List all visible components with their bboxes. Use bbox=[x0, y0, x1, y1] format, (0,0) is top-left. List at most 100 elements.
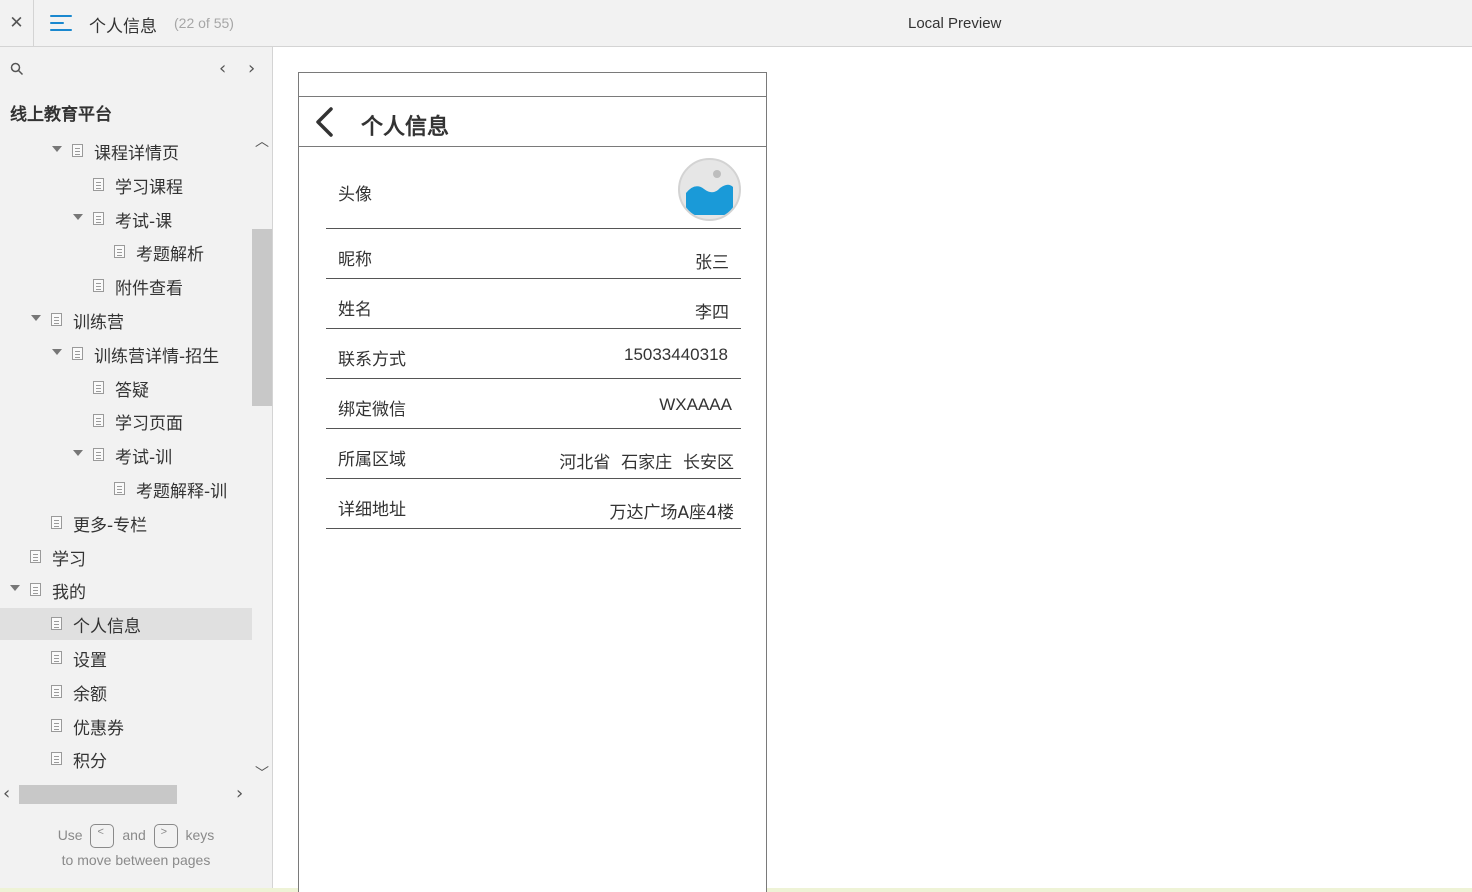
sidebar-page-item[interactable]: 我的 bbox=[0, 574, 252, 606]
hint-use-text: Use bbox=[57, 827, 83, 843]
info-row-label: 所属区域 bbox=[338, 450, 406, 470]
page-icon bbox=[114, 245, 125, 258]
sidebar-page-item[interactable]: 学习课程 bbox=[0, 169, 252, 201]
info-row-value: 李四 bbox=[695, 303, 729, 323]
prev-key-icon: < bbox=[90, 824, 115, 849]
navigation-bar: 个人信息 bbox=[299, 97, 766, 147]
sidebar-page-item[interactable]: 训练营详情-招生 bbox=[0, 338, 252, 370]
page-icon bbox=[93, 178, 104, 191]
page-icon bbox=[51, 719, 62, 732]
vertical-scrollbar-thumb[interactable] bbox=[252, 229, 272, 406]
sidebar-page-label: 学习页面 bbox=[115, 414, 183, 434]
page-icon bbox=[30, 583, 41, 596]
hint-and-text: and bbox=[122, 827, 146, 843]
sidebar-page-label: 附件查看 bbox=[115, 279, 183, 299]
project-title: 线上教育平台 bbox=[10, 105, 112, 125]
next-page-icon[interactable]: › bbox=[248, 58, 255, 79]
info-row-value: 河北省 石家庄 长安区 bbox=[559, 453, 734, 473]
page-icon bbox=[93, 381, 104, 394]
sidebar-page-label: 考试-课 bbox=[115, 212, 173, 232]
info-row-value: 张三 bbox=[695, 253, 729, 273]
sidebar-page-item[interactable]: 考试-课 bbox=[0, 203, 252, 235]
sidebar-page-item[interactable]: 优惠券 bbox=[0, 710, 252, 742]
sidebar-page-label: 考试-训 bbox=[115, 448, 173, 468]
page-icon bbox=[51, 313, 62, 326]
info-row-label: 姓名 bbox=[338, 300, 372, 320]
sidebar-page-label: 我的 bbox=[52, 583, 86, 603]
page-icon bbox=[93, 279, 104, 292]
sidebar-page-item[interactable]: 更多-专栏 bbox=[0, 507, 252, 539]
info-row[interactable]: 昵称 张三 bbox=[326, 229, 741, 279]
info-row-value: 万达广场A座4楼 bbox=[609, 503, 734, 523]
page-icon bbox=[51, 516, 62, 529]
sidebar-page-item[interactable]: 考题解析 bbox=[0, 236, 252, 268]
scroll-right-icon[interactable]: › bbox=[236, 783, 243, 804]
sidebar-page-label: 学习 bbox=[52, 550, 86, 570]
expand-toggle-icon[interactable] bbox=[52, 349, 62, 355]
avatar-image-icon[interactable] bbox=[678, 158, 741, 221]
sidebar-page-item[interactable]: 考试-训 bbox=[0, 439, 252, 471]
info-row[interactable]: 联系方式 15033440318 bbox=[326, 329, 741, 379]
page-icon bbox=[51, 617, 62, 630]
expand-toggle-icon[interactable] bbox=[10, 585, 20, 591]
avatar-row[interactable]: 头像 bbox=[326, 147, 741, 229]
info-row[interactable]: 详细地址 万达广场A座4楼 bbox=[326, 479, 741, 529]
sidebar-page-item[interactable]: 余额 bbox=[0, 676, 252, 708]
page-icon bbox=[114, 482, 125, 495]
sitemap-menu-icon[interactable] bbox=[50, 13, 72, 33]
sitemap-tree: 课程详情页学习课程考试-课考题解析附件查看训练营训练营详情-招生答疑学习页面考试… bbox=[0, 133, 252, 783]
previous-page-icon[interactable]: ‹ bbox=[219, 58, 226, 79]
sidebar-page-label: 答疑 bbox=[115, 381, 149, 401]
sidebar-page-label: 训练营详情-招生 bbox=[94, 347, 220, 367]
sidebar-page-label: 个人信息 bbox=[73, 617, 141, 637]
sidebar-page-label: 余额 bbox=[73, 685, 107, 705]
sidebar-page-item[interactable]: 答疑 bbox=[0, 372, 252, 404]
sidebar-page-label: 学习课程 bbox=[115, 178, 183, 198]
sidebar-page-item[interactable]: 考题解释-训 bbox=[0, 473, 252, 505]
page-count: (22 of 55) bbox=[174, 15, 234, 31]
sidebar-page-label: 课程详情页 bbox=[94, 144, 179, 164]
info-row-label: 昵称 bbox=[338, 250, 372, 270]
page-icon bbox=[93, 414, 104, 427]
sidebar-page-item[interactable]: 设置 bbox=[0, 642, 252, 674]
page-icon bbox=[51, 685, 62, 698]
info-row[interactable]: 所属区域 河北省 石家庄 长安区 bbox=[326, 429, 741, 479]
nav-title: 个人信息 bbox=[361, 115, 450, 140]
sidebar-page-item[interactable]: 个人信息 bbox=[0, 608, 252, 640]
page-icon bbox=[93, 212, 104, 225]
sidebar-page-label: 积分 bbox=[73, 752, 107, 772]
search-icon[interactable] bbox=[10, 62, 24, 76]
sidebar-page-label: 考题解释-训 bbox=[136, 482, 228, 502]
sidebar-page-item[interactable]: 课程详情页 bbox=[0, 135, 252, 167]
sidebar-page-item[interactable]: 附件查看 bbox=[0, 270, 252, 302]
phone-frame: 个人信息 头像 昵称 张三 姓名 李四 联系方式 15033440318 绑定微… bbox=[298, 72, 767, 892]
next-key-icon: > bbox=[153, 824, 178, 849]
sidebar-page-item[interactable]: 学习页面 bbox=[0, 405, 252, 437]
sidebar-page-label: 优惠券 bbox=[73, 719, 124, 739]
sidebar-page-item[interactable]: 学习 bbox=[0, 541, 252, 573]
expand-toggle-icon[interactable] bbox=[73, 450, 83, 456]
keyboard-hint: Use < and > keys to move between pages bbox=[0, 823, 272, 873]
scroll-left-icon[interactable]: ‹ bbox=[3, 783, 10, 804]
back-arrow-icon[interactable] bbox=[313, 106, 337, 138]
info-row-value: 15033440318 bbox=[623, 345, 728, 364]
info-row[interactable]: 绑定微信 WXAAAA bbox=[326, 379, 741, 429]
scroll-up-icon[interactable]: ︿ bbox=[255, 131, 269, 151]
sidebar-page-item[interactable]: 训练营 bbox=[0, 304, 252, 336]
sidebar-page-item[interactable]: 积分 bbox=[0, 743, 252, 775]
scroll-down-icon[interactable]: ﹀ bbox=[255, 763, 269, 783]
page-icon bbox=[93, 448, 104, 461]
page-icon bbox=[51, 651, 62, 664]
avatar-label: 头像 bbox=[338, 185, 372, 205]
page-icon bbox=[30, 550, 41, 563]
expand-toggle-icon[interactable] bbox=[52, 146, 62, 152]
page-title: 个人信息 bbox=[89, 17, 157, 37]
horizontal-scrollbar-thumb[interactable] bbox=[19, 785, 177, 804]
expand-toggle-icon[interactable] bbox=[73, 214, 83, 220]
page-icon bbox=[72, 347, 83, 360]
close-icon[interactable]: ✕ bbox=[0, 0, 34, 46]
info-row[interactable]: 姓名 李四 bbox=[326, 279, 741, 329]
expand-toggle-icon[interactable] bbox=[31, 315, 41, 321]
hint-line-2: to move between pages bbox=[61, 852, 211, 869]
status-bar bbox=[299, 73, 766, 97]
